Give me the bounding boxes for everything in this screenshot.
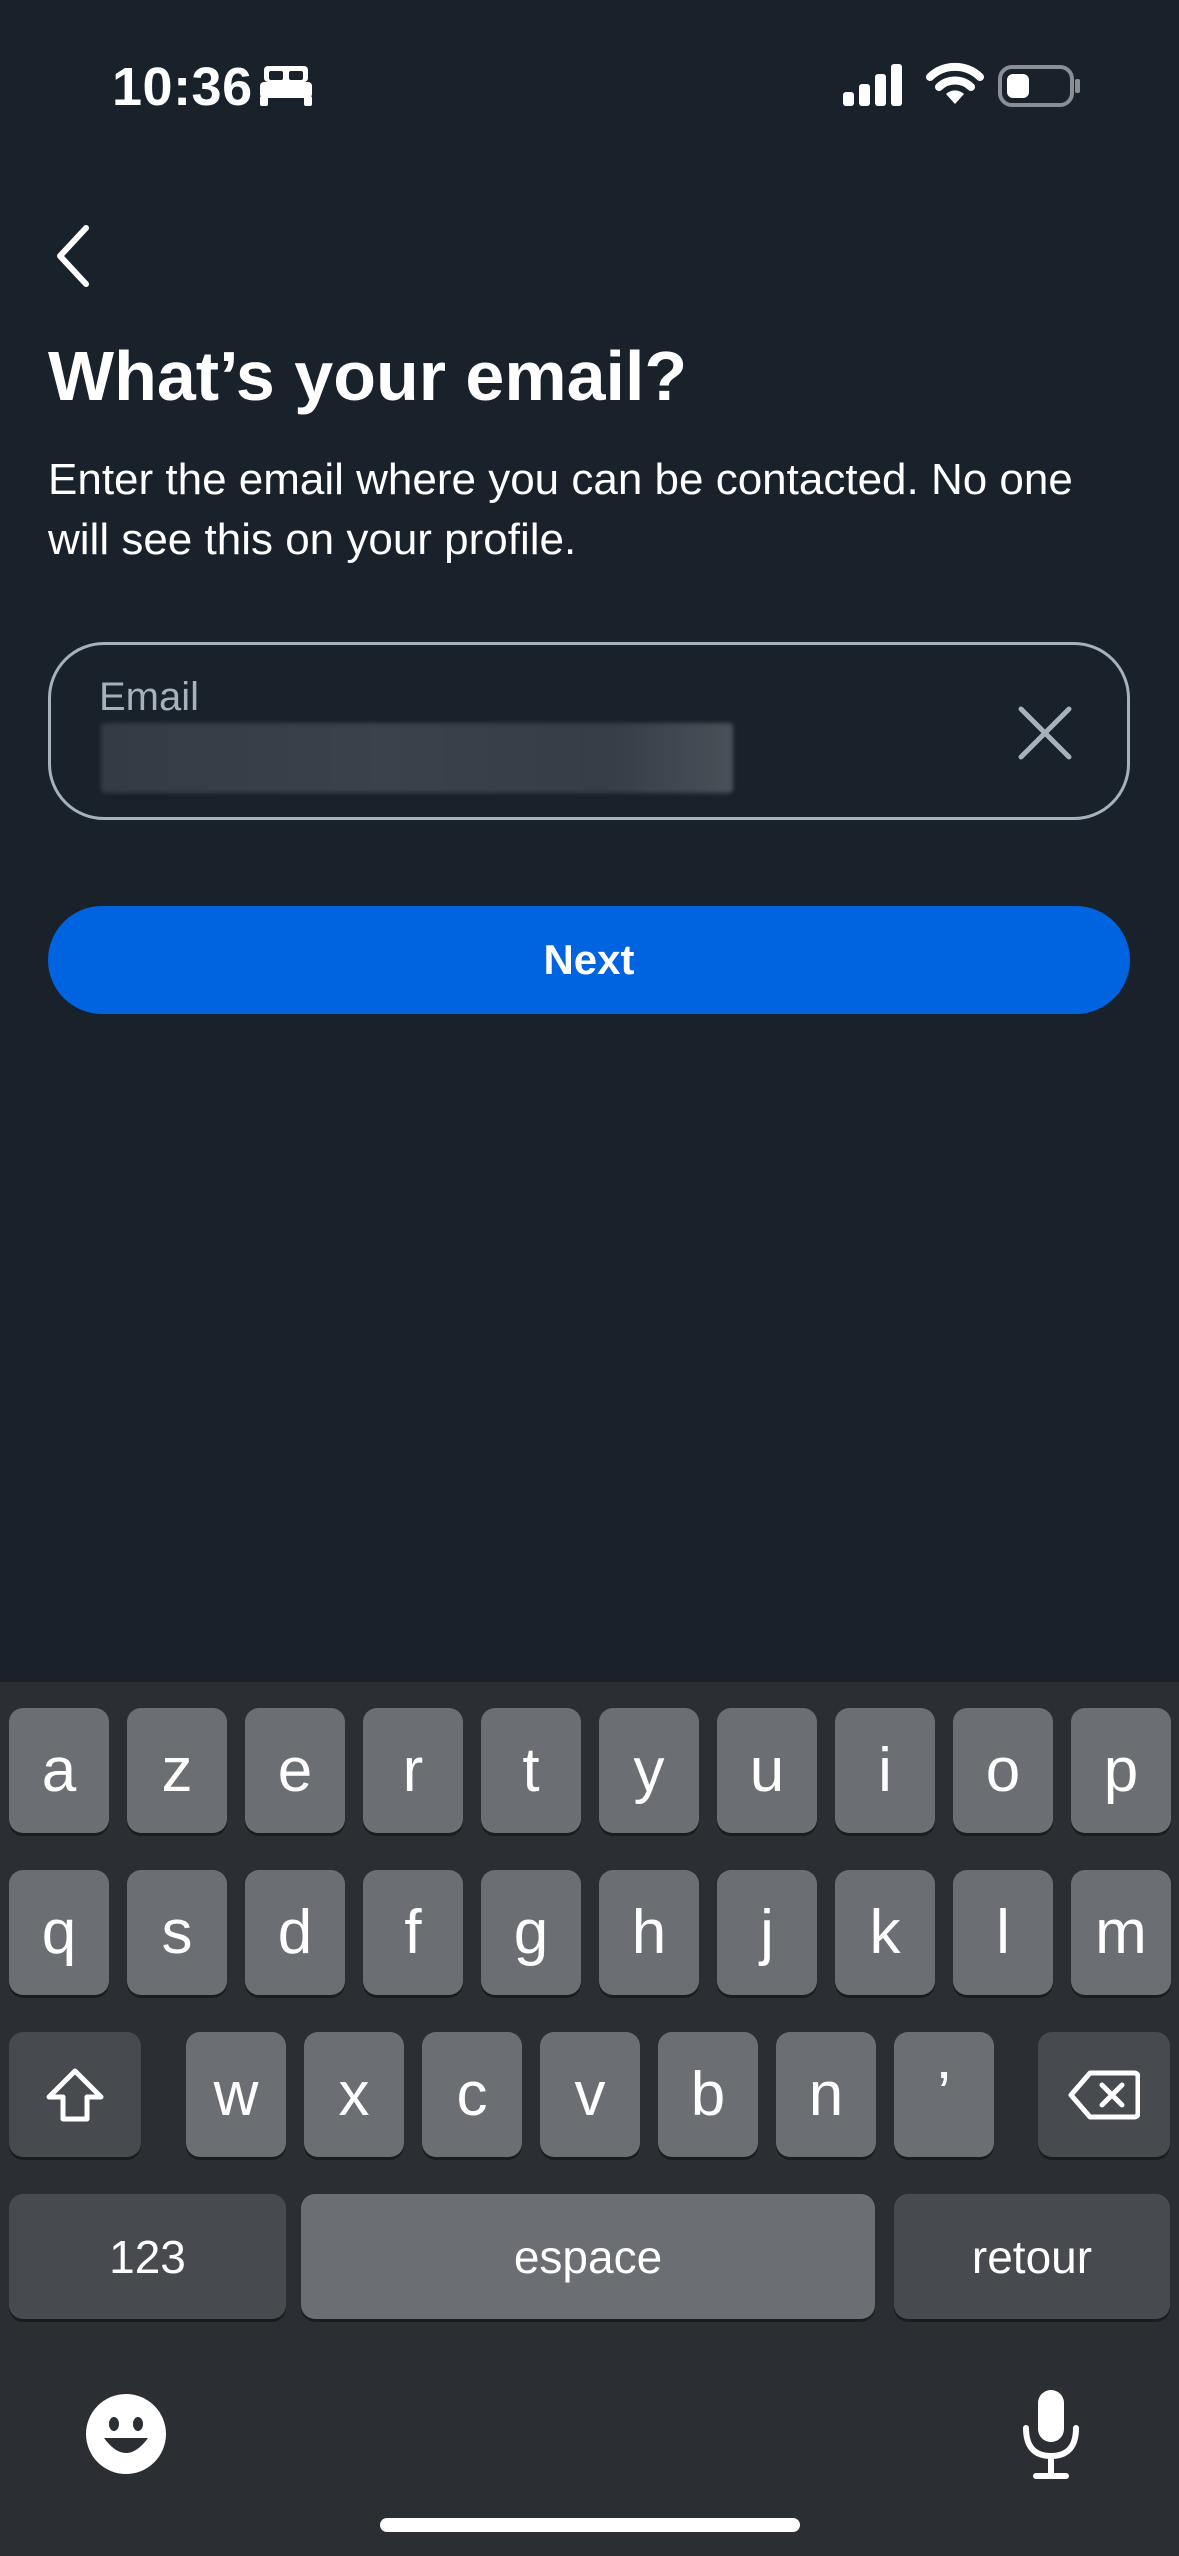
key-r[interactable]: r xyxy=(363,1708,463,1833)
key-z[interactable]: z xyxy=(127,1708,227,1833)
key-q[interactable]: q xyxy=(9,1870,109,1995)
battery-icon xyxy=(998,65,1080,107)
key-t[interactable]: t xyxy=(481,1708,581,1833)
email-value-redacted[interactable] xyxy=(101,723,733,793)
key-l[interactable]: l xyxy=(953,1870,1053,1995)
space-key[interactable]: espace xyxy=(301,2194,875,2319)
shift-key[interactable] xyxy=(9,2032,141,2157)
next-button[interactable]: Next xyxy=(48,906,1130,1014)
emoji-icon[interactable] xyxy=(84,2392,168,2476)
key-b[interactable]: b xyxy=(658,2032,758,2157)
key-n[interactable]: n xyxy=(776,2032,876,2157)
return-key[interactable]: retour xyxy=(894,2194,1170,2319)
shift-icon xyxy=(46,2068,104,2121)
key-i[interactable]: i xyxy=(835,1708,935,1833)
key-u[interactable]: u xyxy=(717,1708,817,1833)
bed-icon xyxy=(260,66,312,106)
key-j[interactable]: j xyxy=(717,1870,817,1995)
key-m[interactable]: m xyxy=(1071,1870,1171,1995)
key-k[interactable]: k xyxy=(835,1870,935,1995)
key-g[interactable]: g xyxy=(481,1870,581,1995)
key-c[interactable]: c xyxy=(422,2032,522,2157)
microphone-icon[interactable] xyxy=(1018,2386,1084,2482)
key-o[interactable]: o xyxy=(953,1708,1053,1833)
close-icon xyxy=(1018,706,1072,760)
email-label: Email xyxy=(99,675,200,719)
email-field[interactable]: Email xyxy=(48,642,1130,820)
numbers-key[interactable]: 123 xyxy=(9,2194,286,2319)
delete-key[interactable] xyxy=(1038,2032,1170,2157)
key-y[interactable]: y xyxy=(599,1708,699,1833)
key-s[interactable]: s xyxy=(127,1870,227,1995)
key-f[interactable]: f xyxy=(363,1870,463,1995)
key-e[interactable]: e xyxy=(245,1708,345,1833)
status-bar: 10:36 xyxy=(0,0,1179,170)
backspace-icon xyxy=(1068,2070,1140,2119)
key-a[interactable]: a xyxy=(9,1708,109,1833)
cellular-signal-icon xyxy=(843,64,902,106)
page-subtitle: Enter the email where you can be contact… xyxy=(48,455,1073,564)
home-indicator xyxy=(380,2518,800,2532)
wifi-icon xyxy=(926,62,984,104)
back-button[interactable] xyxy=(48,220,100,292)
status-time: 10:36 xyxy=(112,57,253,117)
key-v[interactable]: v xyxy=(540,2032,640,2157)
page-title: What’s your email? xyxy=(48,337,688,415)
key-h[interactable]: h xyxy=(599,1870,699,1995)
key-d[interactable]: d xyxy=(245,1870,345,1995)
key-x[interactable]: x xyxy=(304,2032,404,2157)
key-w[interactable]: w xyxy=(186,2032,286,2157)
clear-input-button[interactable] xyxy=(1013,701,1077,765)
key-p[interactable]: p xyxy=(1071,1708,1171,1833)
key-apostrophe[interactable]: ’ xyxy=(894,2032,994,2157)
